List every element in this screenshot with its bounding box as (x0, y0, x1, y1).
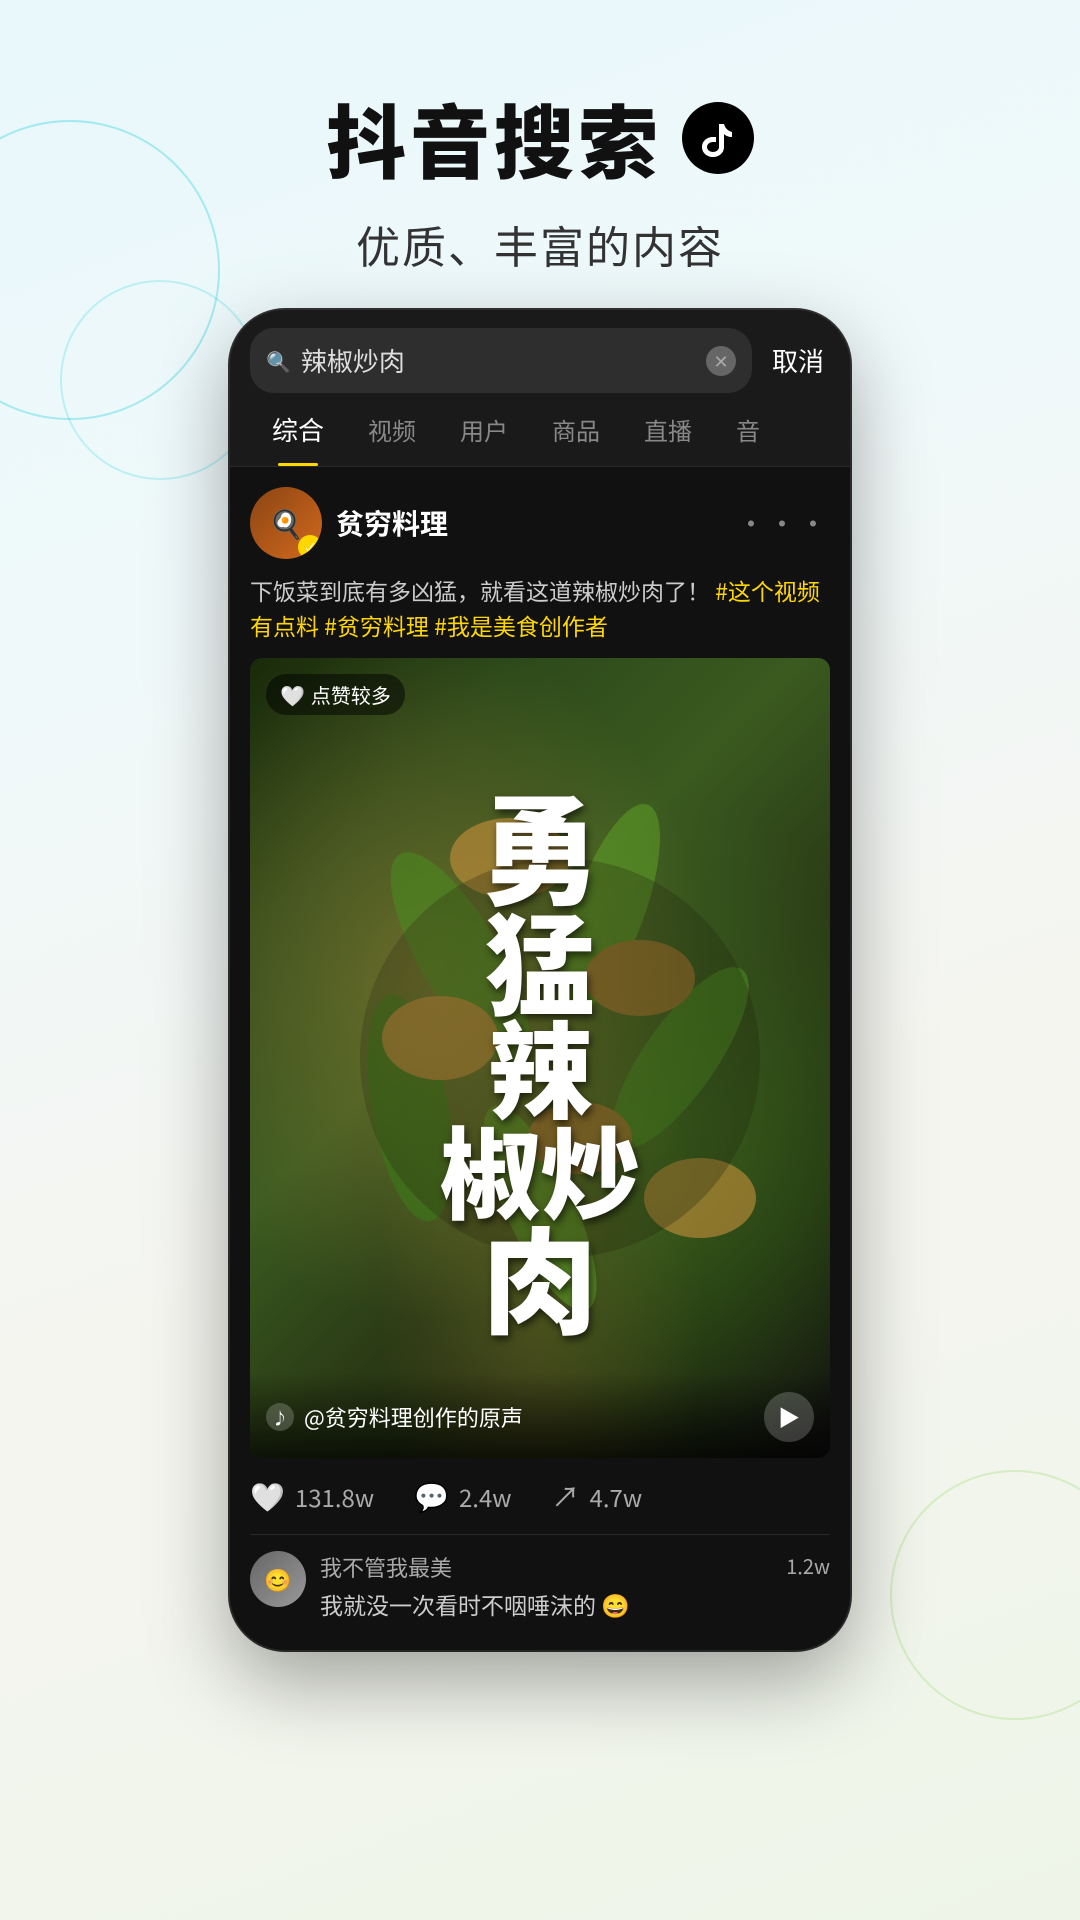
cancel-search-button[interactable]: 取消 (766, 342, 830, 379)
tab-product[interactable]: 商品 (530, 394, 622, 465)
engagement-row: 🤍 131.8w 💬 2.4w ↗ 4.7w (250, 1458, 830, 1535)
play-button[interactable]: ▶ (764, 1392, 814, 1442)
more-options-button[interactable]: ··· (737, 503, 830, 543)
creator-avatar[interactable]: 🍳 ✓ (250, 487, 322, 559)
phone-screen: 🔍 辣椒炒肉 ✕ 取消 综合 视频 用户 商品 (230, 310, 850, 1650)
search-bar-area: 🔍 辣椒炒肉 ✕ 取消 (230, 310, 850, 393)
header-area: 抖音搜索 优质、丰富的内容 (0, 0, 1080, 316)
tab-comprehensive[interactable]: 综合 (250, 393, 346, 466)
clear-search-button[interactable]: ✕ (706, 346, 736, 376)
video-bottom-bar: ♪ @贫穷料理创作的原声 ▶ (250, 1372, 830, 1458)
comment-likes-count: 1.2w (786, 1551, 830, 1580)
app-subtitle: 优质、丰富的内容 (0, 212, 1080, 276)
tab-video[interactable]: 视频 (346, 394, 438, 465)
post-description: 下饭菜到底有多凶猛，就看这道辣椒炒肉了！ #这个视频有点料 #贫穷料理 #我是美… (250, 573, 830, 642)
app-title-text: 抖音搜索 (326, 80, 662, 196)
tab-live[interactable]: 直播 (622, 394, 714, 465)
content-area: 🍳 ✓ 贫穷料理 ··· 下饭菜到底有多凶猛，就看这道辣椒炒肉了！ #这个视频有… (230, 467, 850, 1641)
commenter-username[interactable]: 我不管我最美 (320, 1551, 772, 1583)
tab-user[interactable]: 用户 (438, 394, 530, 465)
hashtag-2[interactable]: #贫穷料理 (324, 608, 429, 642)
likes-count[interactable]: 🤍 131.8w (250, 1476, 374, 1516)
shares-count[interactable]: ↗ 4.7w (552, 1476, 643, 1516)
comments-count[interactable]: 💬 2.4w (414, 1476, 511, 1516)
verified-badge: ✓ (298, 535, 322, 559)
bg-decoration-circle-3 (890, 1470, 1080, 1720)
creator-username[interactable]: 贫穷料理 (336, 503, 448, 543)
video-title-overlay: 勇 猛 辣 椒炒 肉 (279, 783, 801, 1333)
heart-icon: 🤍 (280, 680, 305, 709)
phone-mockup: 🔍 辣椒炒肉 ✕ 取消 综合 视频 用户 商品 (230, 310, 850, 1650)
commenter-avatar: 😊 (250, 1551, 306, 1607)
hashtag-3[interactable]: #我是美食创作者 (434, 608, 608, 642)
post-header: 🍳 ✓ 贫穷料理 ··· (250, 487, 830, 559)
app-title: 抖音搜索 (0, 80, 1080, 196)
comment-icon: 💬 (414, 1476, 449, 1516)
search-input-wrapper[interactable]: 🔍 辣椒炒肉 ✕ (250, 328, 752, 393)
tabs-area: 综合 视频 用户 商品 直播 音 (230, 393, 850, 467)
phone-frame: 🔍 辣椒炒肉 ✕ 取消 综合 视频 用户 商品 (230, 310, 850, 1650)
video-like-badge: 🤍 点赞较多 (266, 674, 405, 715)
search-icon: 🔍 (266, 346, 291, 375)
video-source-text: @贫穷料理创作的原声 (304, 1401, 754, 1433)
video-thumbnail[interactable]: 🤍 点赞较多 勇 猛 辣 椒炒 肉 ♪ @贫穷料理创作的原声 (250, 658, 830, 1458)
search-query-text: 辣椒炒肉 (301, 342, 696, 379)
share-icon: ↗ (552, 1476, 580, 1516)
tiktok-logo-icon (682, 102, 754, 174)
comment-text: 我就没一次看时不咽唾沫的 😄 (320, 1587, 772, 1621)
comment-content: 我不管我最美 我就没一次看时不咽唾沫的 😄 (320, 1551, 772, 1621)
heart-icon: 🤍 (250, 1476, 285, 1516)
comment-preview: 😊 我不管我最美 我就没一次看时不咽唾沫的 😄 1.2w (250, 1535, 830, 1621)
tiktok-small-icon: ♪ (266, 1403, 294, 1431)
tab-audio[interactable]: 音 (714, 394, 782, 465)
